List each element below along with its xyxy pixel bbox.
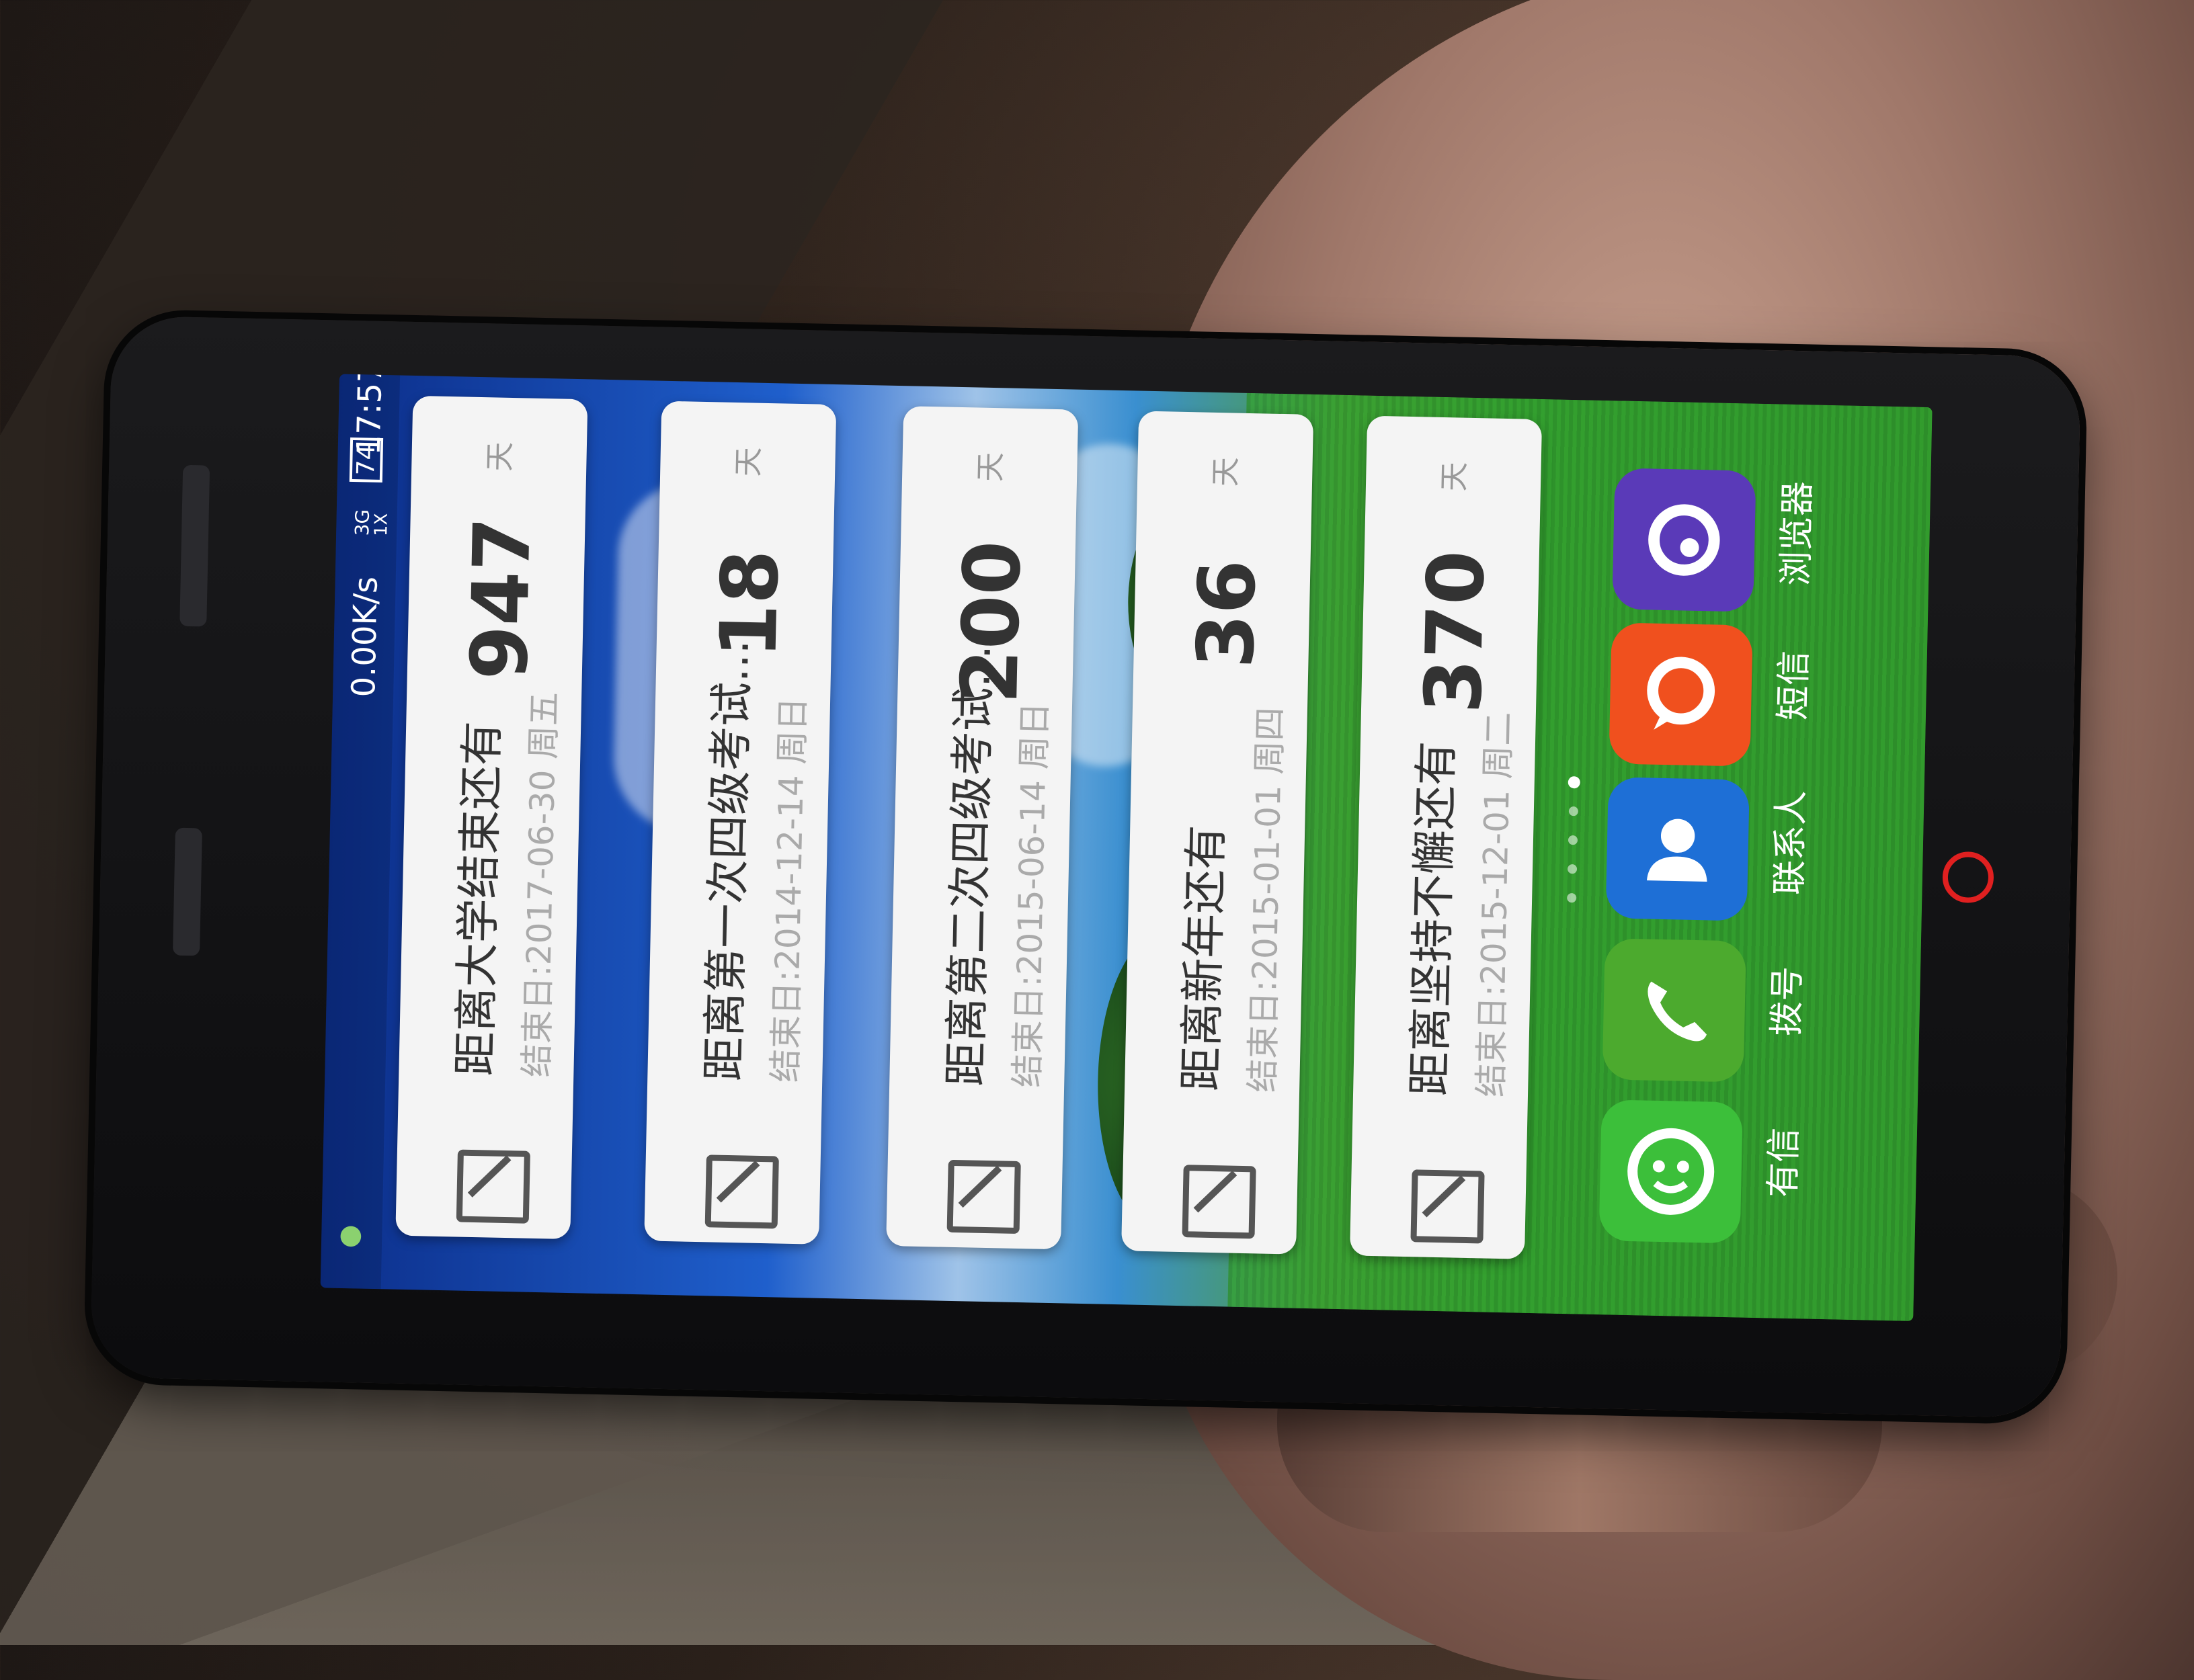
widget-days-unit: 天 xyxy=(973,452,1008,482)
edit-icon[interactable] xyxy=(946,1159,1021,1234)
dock-app-browser[interactable]: 浏览器 xyxy=(1612,468,1818,612)
dock-label: 浏览器 xyxy=(1775,480,1819,587)
countdown-widget[interactable]: 距离坚持不懈还有 结束日:2015-12-01 周二 370 天 xyxy=(1349,415,1543,1259)
notification-icon: ● xyxy=(333,1224,365,1249)
countdown-widget[interactable]: 距离大学结束还有 结束日:2017-06-30 周五 947 天 xyxy=(395,395,588,1240)
countdown-widget[interactable]: 距离第二次四级考试... 结束日:2015-06-14 周日 200 天 xyxy=(886,406,1079,1250)
dock-label: 有信 xyxy=(1762,1127,1805,1198)
phone-icon xyxy=(1602,938,1746,1082)
widget-end-date: 结束日:2017-06-30 周五 xyxy=(517,691,565,1078)
edit-icon[interactable] xyxy=(456,1149,530,1224)
widget-end-date: 结束日:2015-06-14 周日 xyxy=(1008,702,1055,1088)
edit-icon[interactable] xyxy=(1410,1169,1485,1244)
home-screen: 0.00K/s 3G 1X 74 17:57 ● 距离大学结束还有 结束日:20… xyxy=(320,374,1933,1321)
dock-app-dialer[interactable]: 拨号 xyxy=(1602,938,1808,1083)
home-button[interactable] xyxy=(1942,851,1994,904)
widget-title: 距离坚持不懈还有 xyxy=(1403,741,1463,1097)
status-bar: 0.00K/s 3G 1X 74 17:57 ● xyxy=(320,374,401,1290)
widget-days-count: 36 xyxy=(1180,558,1274,669)
widget-days-count: 200 xyxy=(944,540,1039,705)
dock-label: 短信 xyxy=(1773,650,1815,721)
countdown-widget[interactable]: 距离第一次四级考试... 结束日:2014-12-14 周日 18 天 xyxy=(644,401,837,1245)
dock-label: 拨号 xyxy=(1766,966,1809,1037)
message-icon xyxy=(1609,622,1752,766)
edit-icon[interactable] xyxy=(704,1154,779,1229)
volume-button[interactable] xyxy=(179,464,210,627)
widget-title: 距离第一次四级考试... xyxy=(698,639,759,1082)
widget-days-unit: 天 xyxy=(731,446,766,477)
widget-end-date: 结束日:2014-12-14 周日 xyxy=(766,696,813,1083)
dock-app-messages[interactable]: 短信 xyxy=(1609,622,1815,767)
dock-label: 联系人 xyxy=(1769,790,1812,896)
widget-days-count: 18 xyxy=(703,548,797,659)
widget-end-date: 结束日:2015-01-01 周四 xyxy=(1243,706,1291,1093)
widget-title: 距离第二次四级考试... xyxy=(940,644,1001,1087)
network-speed: 0.00K/s xyxy=(345,576,385,698)
contacts-icon xyxy=(1606,777,1750,921)
dock-app-contacts[interactable]: 联系人 xyxy=(1605,777,1812,921)
widget-days-unit: 天 xyxy=(1436,461,1472,492)
signal-secondary: 1X xyxy=(371,513,392,537)
widget-days-count: 370 xyxy=(1408,549,1502,714)
dock-app-youxin[interactable]: 有信 xyxy=(1598,1099,1805,1244)
youxin-chat-icon xyxy=(1599,1099,1743,1243)
countdown-widget[interactable]: 距离新年还有 结束日:2015-01-01 周四 36 天 xyxy=(1121,411,1314,1255)
wallpaper-grass xyxy=(1227,392,1933,1321)
widget-title: 距离大学结束还有 xyxy=(449,720,509,1077)
phone-body: 0.00K/s 3G 1X 74 17:57 ● 距离大学结束还有 结束日:20… xyxy=(89,315,2082,1419)
browser-icon xyxy=(1612,468,1756,612)
signal-primary: 3G xyxy=(351,509,374,536)
widget-title: 距离新年还有 xyxy=(1175,824,1233,1092)
edit-icon[interactable] xyxy=(1182,1165,1256,1239)
power-button[interactable] xyxy=(172,827,202,956)
widget-days-count: 947 xyxy=(454,516,548,681)
clock-time: 17:57 xyxy=(350,374,390,456)
widget-days-unit: 天 xyxy=(1208,456,1244,487)
widget-end-date: 结束日:2015-12-01 周二 xyxy=(1471,711,1518,1098)
widget-days-unit: 天 xyxy=(483,442,518,472)
